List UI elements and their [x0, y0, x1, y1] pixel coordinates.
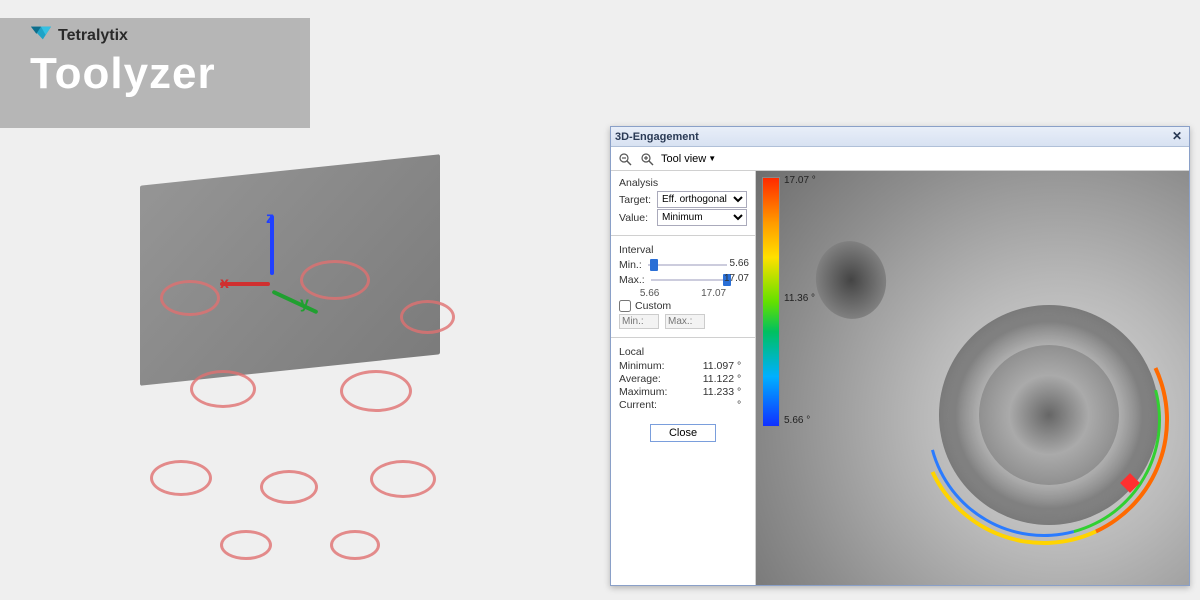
interval-min-value: 5.66: [730, 258, 749, 269]
custom-max-input: [665, 314, 705, 329]
local-section-label: Local: [619, 346, 747, 358]
local-avg-label: Average:: [619, 373, 661, 385]
window-titlebar[interactable]: 3D-Engagement ✕: [611, 127, 1189, 147]
company-name: Tetralytix: [58, 27, 128, 45]
model-viewport[interactable]: z x y: [100, 130, 530, 560]
interval-lo: 5.66: [640, 288, 659, 299]
legend-mid: 11.36 °: [784, 293, 815, 304]
target-label: Target:: [619, 194, 651, 206]
interval-min-slider[interactable]: 5.66: [648, 258, 747, 272]
local-min-label: Minimum:: [619, 360, 665, 372]
axis-x-label: x: [220, 275, 229, 293]
value-label: Value:: [619, 212, 648, 224]
custom-checkbox[interactable]: [619, 300, 631, 312]
stock-block: [140, 154, 440, 386]
engagement-ring: [160, 280, 220, 316]
zoom-out-icon[interactable]: [617, 151, 633, 167]
engagement-ring: [340, 370, 412, 412]
engagement-viewport[interactable]: 17.07 ° 11.36 ° 5.66 °: [756, 171, 1189, 585]
chevron-down-icon: ▼: [708, 154, 716, 163]
engagement-ring: [400, 300, 455, 334]
value-select[interactable]: Minimum: [657, 209, 747, 226]
axis-y-label: y: [300, 295, 309, 313]
local-cur-label: Current:: [619, 399, 657, 411]
color-legend: [762, 177, 780, 427]
engagement-ring: [260, 470, 318, 504]
target-select[interactable]: Eff. orthogonal clearanc: [657, 191, 747, 208]
tool-view-label: Tool view: [661, 153, 706, 165]
analysis-section-label: Analysis: [619, 177, 747, 189]
brand-banner: Tetralytix Toolyzer: [0, 18, 310, 128]
interval-hi: 17.07: [701, 288, 726, 299]
axis-z-label: z: [266, 210, 274, 228]
close-button[interactable]: Close: [650, 424, 716, 442]
engagement-ring: [150, 460, 212, 496]
window-title: 3D-Engagement: [615, 131, 699, 143]
close-icon[interactable]: ✕: [1169, 130, 1185, 144]
tool-view-dropdown[interactable]: Tool view ▼: [661, 153, 716, 165]
engagement-ring: [220, 530, 272, 560]
engagement-ring: [330, 530, 380, 560]
company-logo-icon: [30, 24, 52, 47]
engagement-ring: [300, 260, 370, 300]
legend-max: 17.07 °: [784, 175, 816, 186]
product-name: Toolyzer: [0, 49, 310, 99]
engagement-ring: [370, 460, 436, 498]
interval-max-value: 17.07: [724, 273, 749, 284]
analysis-panel: Analysis Target: Eff. orthogonal clearan…: [611, 171, 756, 585]
engagement-ring: [190, 370, 256, 408]
custom-min-input: [619, 314, 659, 329]
legend-min: 5.66 °: [784, 415, 810, 426]
interval-max-label: Max.:: [619, 274, 645, 286]
engagement-window: 3D-Engagement ✕ Tool view ▼ Analysis Tar…: [610, 126, 1190, 586]
window-toolbar: Tool view ▼: [611, 147, 1189, 171]
interval-min-label: Min.:: [619, 259, 642, 271]
interval-section-label: Interval: [619, 244, 747, 256]
local-min-value: 11.097: [703, 360, 734, 372]
local-max-value: 11.233: [703, 386, 734, 398]
interval-max-slider[interactable]: 17.07: [651, 273, 747, 287]
local-max-label: Maximum:: [619, 386, 667, 398]
custom-label: Custom: [635, 300, 671, 312]
zoom-in-icon[interactable]: [639, 151, 655, 167]
local-avg-value: 11.122: [703, 373, 734, 385]
